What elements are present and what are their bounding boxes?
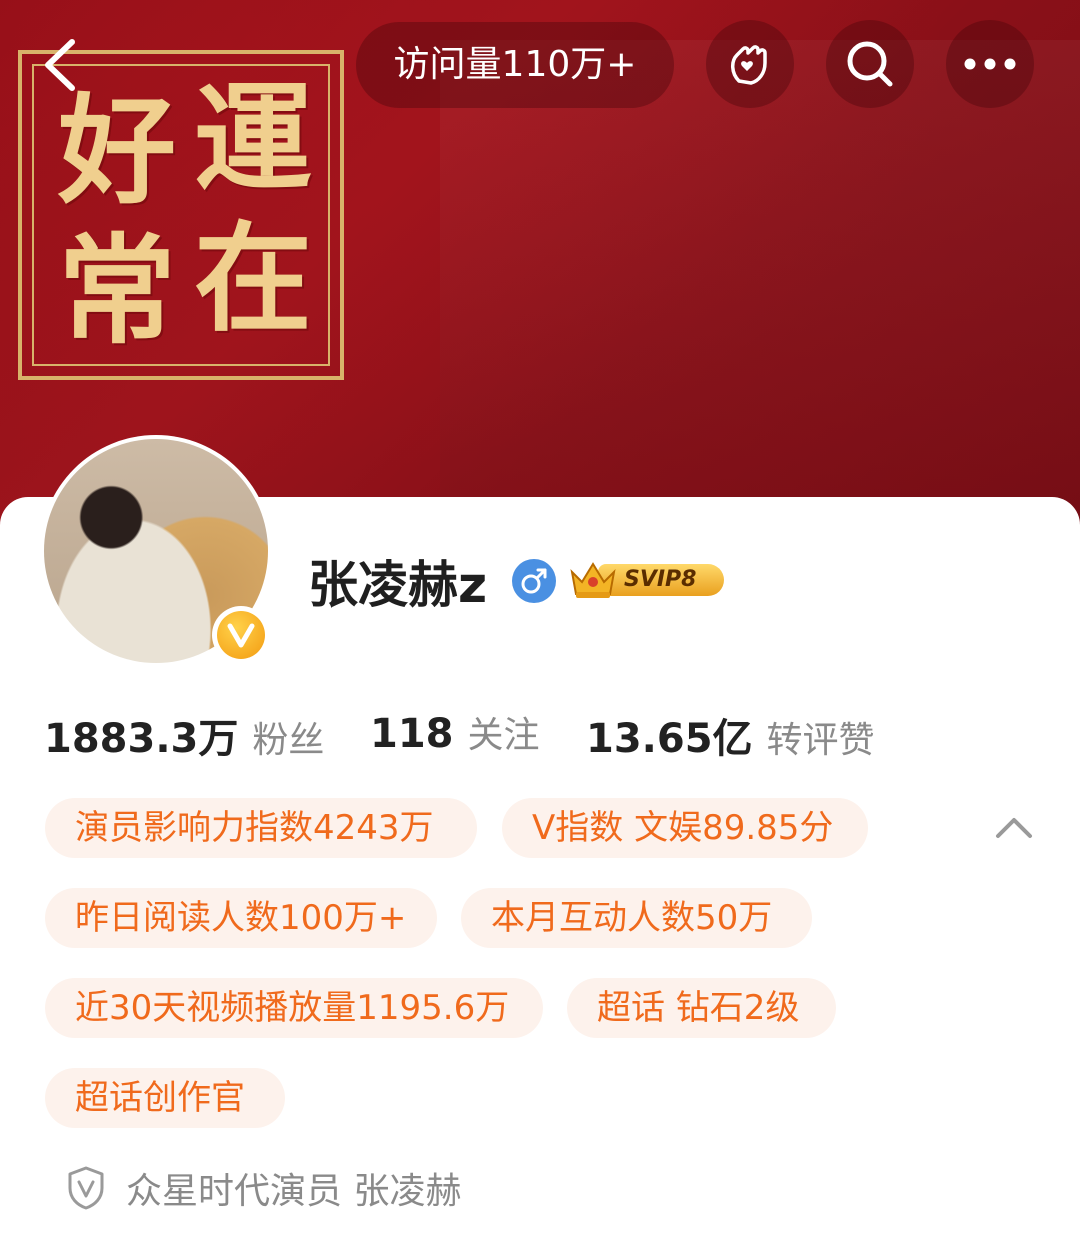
seal-char: 好 (58, 81, 177, 220)
shield-v-icon (68, 1166, 104, 1210)
svip-badge[interactable]: SVIP8 (568, 556, 726, 602)
stat-likes[interactable]: 13.65亿 转评赞 (586, 706, 875, 762)
profile-name: 张凌赫z (308, 556, 488, 614)
visits-counter-button[interactable]: 访问量110万+ (356, 22, 674, 108)
seal-char: 在 (194, 209, 313, 348)
back-arrow-icon (45, 39, 75, 91)
tag-yesterday-readers[interactable]: 昨日阅读人数100万+ (45, 888, 437, 948)
chevron-up-icon (996, 818, 1032, 838)
stat-value: 118 (370, 711, 454, 757)
banner-shade (440, 40, 1080, 560)
back-button[interactable] (38, 38, 88, 92)
verification-info: 众星时代演员 张凌赫 (66, 1160, 461, 1216)
more-button[interactable] (946, 20, 1034, 108)
tag-monthly-interactions[interactable]: 本月互动人数50万 (461, 888, 812, 948)
tag-supertopic-level[interactable]: 超话 钻石2级 (567, 978, 836, 1038)
stat-value: 1883.3万 (44, 716, 239, 762)
seal-char: 常 (58, 221, 177, 360)
stat-label: 关注 (467, 715, 540, 756)
search-icon (847, 41, 893, 87)
collapse-tags-button[interactable] (992, 806, 1036, 850)
search-button[interactable] (826, 20, 914, 108)
stat-label: 粉丝 (252, 720, 325, 761)
tag-video-plays[interactable]: 近30天视频播放量1195.6万 (45, 978, 543, 1038)
hand-heart-icon (731, 45, 767, 85)
male-icon (521, 568, 547, 594)
tag-actor-influence[interactable]: 演员影响力指数4243万 (45, 798, 477, 858)
more-icon (964, 58, 1016, 70)
banner-seal: 運 在 好 常 (18, 50, 344, 380)
crown-icon (570, 562, 616, 598)
verified-badge (212, 606, 270, 664)
verified-v-icon (227, 623, 255, 648)
stat-value: 13.65亿 (586, 716, 753, 762)
tag-supertopic-creator[interactable]: 超话创作官 (45, 1068, 285, 1128)
gender-badge (512, 559, 556, 603)
stat-following[interactable]: 118 关注 (370, 706, 540, 762)
stat-fans[interactable]: 1883.3万 粉丝 (44, 706, 324, 762)
tag-v-index[interactable]: V指数 文娱89.85分 (502, 798, 868, 858)
hand-heart-button[interactable] (706, 20, 794, 108)
seal-char: 運 (194, 69, 313, 208)
stat-label: 转评赞 (766, 720, 875, 761)
verification-text: 众星时代演员 张凌赫 (126, 1171, 462, 1212)
